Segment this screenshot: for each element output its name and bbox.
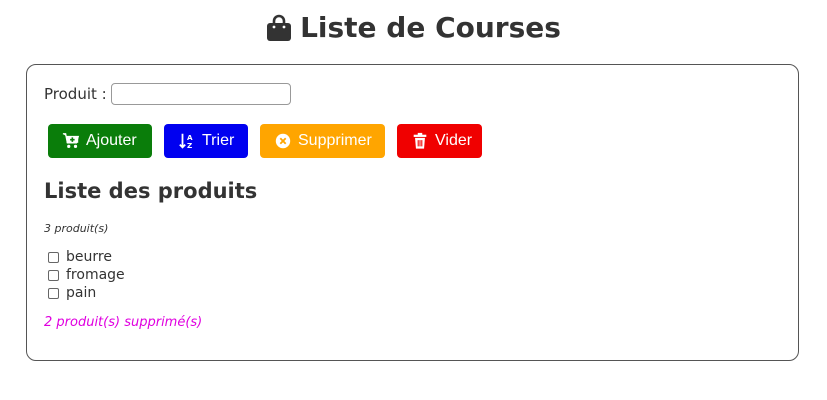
product-field: Produit : <box>44 83 291 105</box>
list-heading: Liste des produits <box>44 179 258 203</box>
circle-x-icon <box>275 133 291 149</box>
product-list: beurre fromage pain <box>48 248 125 302</box>
item-checkbox[interactable] <box>48 287 59 299</box>
sort-button[interactable]: A Z Trier <box>164 124 248 158</box>
product-label: Produit : <box>44 85 107 103</box>
action-buttons: Ajouter A Z Trier Supprimer Vider <box>48 124 482 158</box>
product-input[interactable] <box>110 83 291 105</box>
item-label: pain <box>66 285 97 301</box>
shopping-list-card: Produit : Ajouter A Z Trier Supprimer Vi… <box>26 64 799 361</box>
deleted-count-message: 2 produit(s) supprimé(s) <box>44 315 203 330</box>
item-label: fromage <box>66 267 125 283</box>
list-item: fromage <box>48 266 125 284</box>
trash-icon <box>413 132 427 149</box>
page-title-text: Liste de Courses <box>300 11 561 44</box>
remove-button-label: Supprimer <box>298 132 372 149</box>
sort-button-label: Trier <box>202 132 235 149</box>
item-checkbox[interactable] <box>48 269 59 281</box>
cart-plus-icon <box>62 133 80 149</box>
svg-text:Z: Z <box>187 141 192 150</box>
add-button-label: Ajouter <box>86 132 137 149</box>
item-label: beurre <box>66 249 112 265</box>
remove-button[interactable]: Supprimer <box>260 124 385 158</box>
clear-button[interactable]: Vider <box>397 124 482 158</box>
page-title: Liste de Courses <box>0 10 827 46</box>
product-count: 3 produit(s) <box>44 222 109 235</box>
add-button[interactable]: Ajouter <box>48 124 152 158</box>
clear-button-label: Vider <box>435 132 473 149</box>
sort-alpha-icon: A Z <box>179 133 193 150</box>
shopping-bag-icon <box>267 14 292 41</box>
item-checkbox[interactable] <box>48 251 59 263</box>
list-item: pain <box>48 284 125 302</box>
list-item: beurre <box>48 248 125 266</box>
